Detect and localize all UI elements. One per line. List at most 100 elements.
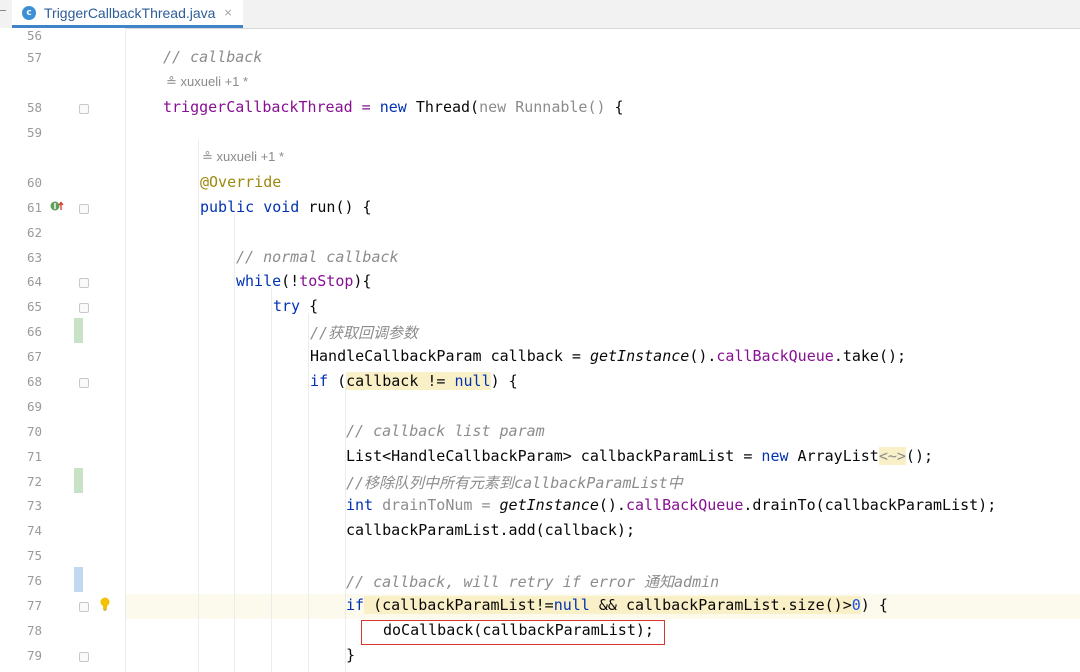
highlight-box	[361, 620, 665, 645]
vcs-added-marker[interactable]	[74, 468, 83, 493]
implements-method-icon[interactable]	[50, 200, 64, 212]
code-line-57: // callback	[163, 48, 262, 66]
code-line-73: int drainToNum = getInstance().callBackQ…	[346, 496, 996, 514]
code-token: .drainTo(callbackParamList);	[743, 496, 997, 514]
code-token: ) {	[860, 596, 888, 614]
code-token: int	[346, 496, 374, 514]
line-number: 64	[26, 274, 42, 289]
line-number: 65	[26, 299, 42, 314]
code-comment: //移除队列中所有元素到	[346, 474, 515, 492]
code-line-76: // callback, will retry if error 通知admin	[346, 571, 719, 592]
code-token: if	[346, 596, 365, 614]
code-token: new	[761, 447, 789, 465]
indent-guide	[198, 140, 199, 672]
code-line-68: if (callback != null) {	[310, 372, 518, 390]
code-token: getInstance	[589, 347, 690, 365]
code-token: getInstance	[499, 496, 599, 514]
author-inlay[interactable]: ≗ xuxueli +1 *	[166, 74, 248, 90]
code-line-58: triggerCallbackThread = new Thread(new R…	[163, 98, 624, 116]
code-token: HandleCallbackParam callback =	[310, 347, 590, 365]
code-line-79: }	[346, 646, 355, 664]
code-token: drainToNum =	[373, 496, 500, 514]
code-comment: 通知	[644, 573, 675, 591]
fold-marker[interactable]	[79, 303, 89, 313]
author-text: xuxueli +1 *	[216, 149, 285, 164]
fold-marker[interactable]	[79, 204, 89, 214]
code-line-60: @Override	[200, 173, 281, 191]
line-number: 61	[26, 200, 42, 215]
code-token: callBackQueue	[625, 496, 744, 514]
fold-marker[interactable]	[79, 602, 89, 612]
code-token: if	[310, 372, 329, 390]
code-token: {	[300, 297, 319, 315]
code-token: try	[273, 297, 301, 315]
code-token: 0	[851, 596, 861, 614]
line-number: 67	[26, 349, 42, 364]
code-token: ) {	[490, 372, 518, 390]
code-token: .take();	[833, 347, 907, 365]
code-token: callBackQueue	[716, 347, 834, 365]
code-token: while	[236, 272, 282, 290]
author-inlay[interactable]: ≗ xuxueli +1 *	[202, 149, 284, 165]
line-number: 56	[26, 28, 42, 43]
code-line-70: // callback list param	[346, 422, 545, 440]
fold-marker[interactable]	[79, 652, 89, 662]
code-token: triggerCallbackThread =	[163, 98, 380, 116]
java-class-icon: c	[22, 5, 36, 20]
code-token: (!	[281, 272, 300, 290]
code-token: ().	[598, 496, 626, 514]
code-editor[interactable]: 56 57 58 59 60 61 62 63 64 65 66 67 68 6…	[0, 28, 1080, 672]
code-token: && callbackParamList.size()>	[589, 596, 852, 614]
fold-marker[interactable]	[79, 378, 89, 388]
indent-guide	[308, 313, 309, 672]
code-comment: //获取回调参数	[310, 324, 419, 342]
code-line-64: while(!toStop){	[236, 272, 371, 290]
indent-guide	[234, 214, 235, 672]
code-token: @Override	[200, 173, 282, 191]
code-comment: // callback	[163, 48, 263, 66]
line-number: 77	[26, 598, 42, 613]
line-number: 63	[26, 250, 42, 265]
code-line-66: //获取回调参数	[310, 322, 418, 343]
vcs-added-marker[interactable]	[74, 318, 83, 343]
code-token: {	[605, 98, 624, 116]
code-token: new	[379, 98, 407, 116]
code-token: callback !=	[346, 372, 455, 390]
code-token: <~>	[878, 447, 906, 465]
line-number: 70	[26, 424, 42, 439]
line-number: 57	[26, 50, 42, 65]
code-line-74: callbackParamList.add(callback);	[346, 521, 635, 539]
author-text: xuxueli +1 *	[180, 74, 249, 89]
code-comment: admin	[674, 573, 720, 591]
code-token: public void	[200, 198, 300, 216]
code-token: run() {	[299, 198, 372, 216]
code-comment: 中	[667, 474, 683, 492]
code-line-77: if (callbackParamList!=null && callbackP…	[346, 596, 888, 614]
close-icon[interactable]: ×	[223, 6, 232, 19]
code-comment: // normal callback	[236, 248, 399, 266]
line-number: 58	[26, 100, 42, 115]
file-tab[interactable]: c TriggerCallbackThread.java ×	[12, 0, 243, 28]
person-icon: ≗	[166, 74, 181, 89]
line-number: 59	[26, 125, 42, 140]
line-number: 75	[26, 548, 42, 563]
code-token: Thread(	[406, 98, 480, 116]
editor-gutter: 56 57 58 59 60 61 62 63 64 65 66 67 68 6…	[0, 28, 126, 672]
code-token: new Runnable()	[479, 98, 606, 116]
line-number: 69	[26, 399, 42, 414]
person-icon: ≗	[202, 149, 217, 164]
line-number: 76	[26, 573, 42, 588]
fold-marker[interactable]	[79, 104, 89, 114]
line-number: 73	[26, 498, 42, 513]
code-line-71: List<HandleCallbackParam> callbackParamL…	[346, 447, 933, 465]
fold-marker[interactable]	[79, 278, 89, 288]
code-token: (callbackParamList!=	[364, 596, 554, 614]
code-token: ();	[905, 447, 934, 465]
lightbulb-icon[interactable]	[99, 597, 111, 611]
code-line-67: HandleCallbackParam callback = getInstan…	[310, 347, 906, 365]
line-number: 79	[26, 648, 42, 663]
code-token: ){	[353, 272, 372, 290]
vcs-modified-marker[interactable]	[74, 567, 83, 592]
code-token: toStop	[299, 272, 354, 290]
line-number: 78	[26, 623, 42, 638]
